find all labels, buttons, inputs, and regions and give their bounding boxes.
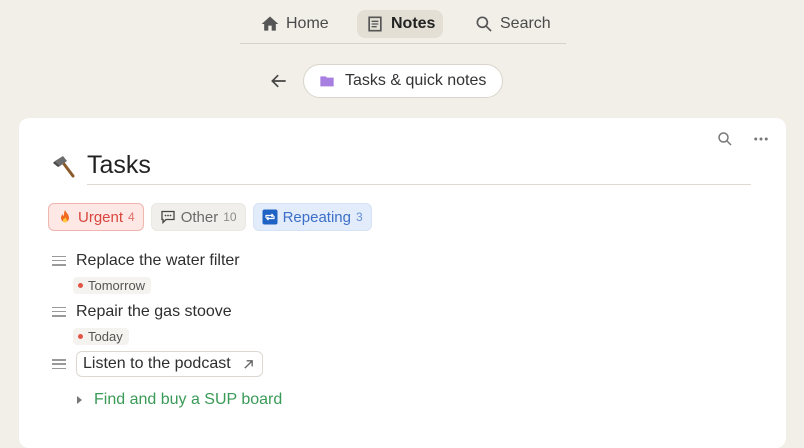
task-item[interactable]: Listen to the podcast (52, 350, 752, 378)
task-text: Repair the gas stoove (76, 302, 232, 320)
tag-repeating-label: Repeating (282, 208, 351, 226)
nav-home[interactable]: Home (252, 10, 337, 38)
tag-urgent-count: 4 (128, 210, 135, 224)
hammer-icon (53, 156, 75, 178)
repeat-icon (262, 209, 278, 225)
fire-icon (61, 210, 69, 223)
search-icon (476, 16, 492, 32)
tag-repeating[interactable]: Repeating 3 (252, 203, 372, 231)
task-item[interactable]: Repair the gas stoove (52, 299, 752, 324)
home-icon (261, 16, 279, 31)
more-icon[interactable] (752, 130, 770, 148)
page-title[interactable]: Tasks (87, 150, 751, 185)
tag-other[interactable]: Other 10 (150, 203, 246, 231)
expand-caret-icon[interactable] (77, 396, 82, 404)
title-row: Tasks (51, 150, 751, 185)
due-date-badge[interactable]: Tomorrow (73, 277, 152, 294)
top-nav: Home Notes Search (240, 8, 566, 44)
nav-search[interactable]: Search (466, 10, 559, 38)
folder-icon (320, 76, 334, 87)
tag-urgent[interactable]: Urgent 4 (48, 203, 144, 231)
task-item[interactable]: Replace the water filter (52, 248, 752, 273)
drag-handle-icon[interactable] (52, 306, 66, 317)
notes-icon (368, 16, 382, 32)
task-list: Replace the water filter Tomorrow Repair… (52, 248, 752, 413)
breadcrumb[interactable]: Tasks & quick notes (303, 64, 503, 98)
linked-note[interactable]: Listen to the podcast (76, 351, 263, 377)
external-link-icon (244, 359, 253, 369)
back-button[interactable] (266, 68, 292, 94)
project-label: Find and buy a SUP board (94, 391, 283, 408)
drag-handle-icon[interactable] (52, 359, 66, 369)
due-dot-icon (78, 283, 83, 288)
drag-handle-icon[interactable] (52, 255, 66, 266)
project-item[interactable]: Find and buy a SUP board (52, 387, 752, 413)
tag-other-count: 10 (223, 210, 237, 224)
nav-notes[interactable]: Notes (357, 10, 444, 38)
nav-search-label: Search (500, 15, 551, 32)
tag-other-label: Other (180, 208, 219, 226)
due-date-badge[interactable]: Today (73, 328, 129, 345)
speech-bubble-icon (161, 210, 175, 225)
tag-urgent-label: Urgent (78, 208, 124, 226)
tag-filters: Urgent 4 Other 10 Repeating 3 (48, 203, 372, 231)
breadcrumb-label: Tasks & quick notes (345, 72, 487, 89)
nav-home-label: Home (286, 15, 329, 32)
page-card: Tasks Urgent 4 Other 10 Repeating 3 Repl… (19, 118, 786, 448)
nav-notes-label: Notes (391, 15, 436, 32)
tag-repeating-count: 3 (355, 210, 363, 224)
linked-note-label: Listen to the podcast (83, 355, 231, 372)
search-icon[interactable] (716, 130, 734, 148)
due-dot-icon (78, 334, 83, 339)
due-date-label: Tomorrow (88, 278, 146, 293)
arrow-left-icon (271, 74, 286, 88)
card-toolbar (716, 130, 770, 148)
task-text: Replace the water filter (76, 251, 240, 269)
due-date-label: Today (88, 329, 123, 344)
